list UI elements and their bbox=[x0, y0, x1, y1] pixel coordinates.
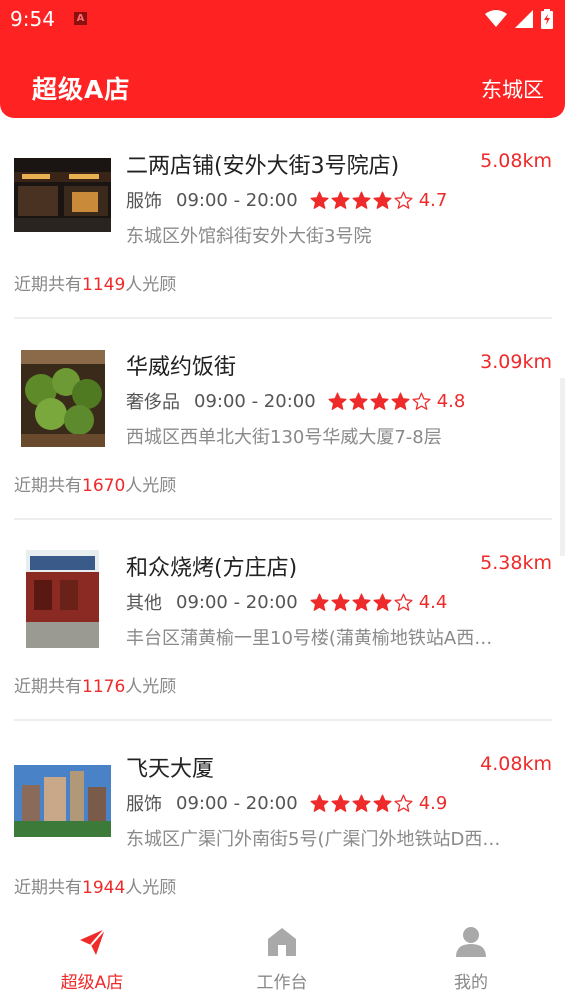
scrollbar[interactable] bbox=[560, 378, 565, 556]
app-header: 9:54 A 超级A店 东城区 bbox=[0, 0, 565, 118]
visit-prefix: 近期共有 bbox=[14, 275, 82, 295]
star-filled-icon bbox=[310, 593, 329, 611]
store-card[interactable]: 二两店铺(安外大街3号院店) 5.08km 服饰 09:00 - 20:00 4… bbox=[0, 118, 565, 319]
tab-workbench[interactable]: 工作台 bbox=[212, 926, 352, 993]
star-outline-icon bbox=[394, 191, 413, 209]
visit-number: 1149 bbox=[82, 275, 126, 295]
store-address: 东城区广渠门外南街5号(广渠门外地铁站D西… bbox=[126, 829, 501, 850]
store-address: 丰台区蒲黄榆一里10号楼(蒲黄榆地铁站A西… bbox=[126, 628, 493, 649]
store-photo bbox=[14, 765, 111, 837]
app-title: 超级A店 bbox=[32, 75, 131, 104]
tab-label: 工作台 bbox=[256, 973, 308, 993]
visit-count: 近期共有1149人光顾 bbox=[14, 270, 176, 295]
visit-count: 近期共有1670人光顾 bbox=[14, 471, 176, 496]
store-name: 和众烧烤(方庄店) bbox=[126, 556, 298, 581]
star-filled-icon bbox=[331, 593, 350, 611]
store-photo bbox=[21, 350, 105, 447]
store-card[interactable]: 和众烧烤(方庄店) 5.38km 其他 09:00 - 20:00 4.4 丰台… bbox=[0, 520, 565, 721]
store-category: 服饰 bbox=[126, 191, 162, 212]
visit-count: 近期共有1176人光顾 bbox=[14, 672, 176, 697]
store-photo bbox=[14, 158, 111, 232]
star-filled-icon bbox=[373, 593, 392, 611]
store-card[interactable]: 华威约饭街 3.09km 奢侈品 09:00 - 20:00 4.8 西城区西单… bbox=[0, 319, 565, 520]
star-filled-icon bbox=[352, 191, 371, 209]
store-meta: 服饰 09:00 - 20:00 4.9 bbox=[126, 791, 448, 816]
rating-stars bbox=[310, 191, 413, 210]
bottom-tab-bar: 超级A店 工作台 我的 bbox=[0, 914, 565, 1004]
store-meta: 服饰 09:00 - 20:00 4.7 bbox=[126, 188, 448, 213]
star-outline-icon bbox=[412, 392, 431, 410]
district-selector[interactable]: 东城区 bbox=[481, 74, 544, 104]
rating-stars bbox=[310, 593, 413, 612]
store-distance: 5.08km bbox=[480, 150, 552, 172]
status-icons bbox=[485, 9, 553, 29]
visit-prefix: 近期共有 bbox=[14, 476, 82, 496]
star-filled-icon bbox=[310, 794, 329, 812]
store-address: 东城区外馆斜街安外大街3号院 bbox=[126, 226, 372, 247]
star-filled-icon bbox=[352, 794, 371, 812]
store-distance: 4.08km bbox=[480, 753, 552, 775]
paper-plane-icon bbox=[80, 928, 106, 955]
rating-stars bbox=[328, 392, 431, 411]
visit-number: 1176 bbox=[82, 677, 126, 697]
rating-score: 4.8 bbox=[436, 390, 466, 412]
store-category: 奢侈品 bbox=[126, 392, 180, 413]
store-category: 其他 bbox=[126, 593, 162, 614]
store-photo bbox=[26, 550, 99, 648]
star-outline-icon bbox=[394, 794, 413, 812]
visit-number: 1670 bbox=[82, 476, 126, 496]
person-icon bbox=[456, 927, 486, 957]
signal-icon bbox=[515, 10, 533, 28]
visit-suffix: 人光顾 bbox=[125, 878, 177, 898]
store-meta: 其他 09:00 - 20:00 4.4 bbox=[126, 590, 448, 615]
tab-super-a-store[interactable]: 超级A店 bbox=[22, 926, 162, 993]
store-meta: 奢侈品 09:00 - 20:00 4.8 bbox=[126, 389, 466, 414]
visit-number: 1944 bbox=[82, 878, 126, 898]
visit-prefix: 近期共有 bbox=[14, 878, 82, 898]
store-hours: 09:00 - 20:00 bbox=[194, 390, 316, 412]
battery-icon bbox=[541, 9, 553, 29]
store-card[interactable]: 飞天大厦 4.08km 服饰 09:00 - 20:00 4.9 东城区广渠门外… bbox=[0, 721, 565, 922]
star-filled-icon bbox=[331, 794, 350, 812]
rating-score: 4.4 bbox=[418, 591, 448, 613]
store-name: 飞天大厦 bbox=[126, 757, 215, 782]
wifi-icon bbox=[485, 10, 507, 27]
home-icon bbox=[268, 928, 296, 956]
visit-suffix: 人光顾 bbox=[125, 275, 177, 295]
star-filled-icon bbox=[373, 794, 392, 812]
store-hours: 09:00 - 20:00 bbox=[176, 792, 298, 814]
store-hours: 09:00 - 20:00 bbox=[176, 591, 298, 613]
tab-label: 超级A店 bbox=[60, 973, 124, 993]
star-filled-icon bbox=[373, 191, 392, 209]
status-time: 9:54 bbox=[10, 7, 55, 31]
store-name: 二两店铺(安外大街3号院店) bbox=[126, 154, 400, 179]
star-filled-icon bbox=[310, 191, 329, 209]
star-filled-icon bbox=[370, 392, 389, 410]
tab-mine[interactable]: 我的 bbox=[401, 926, 541, 993]
visit-count: 近期共有1944人光顾 bbox=[14, 873, 176, 898]
store-hours: 09:00 - 20:00 bbox=[176, 189, 298, 211]
visit-suffix: 人光顾 bbox=[125, 476, 177, 496]
store-category: 服饰 bbox=[126, 794, 162, 815]
rating-stars bbox=[310, 794, 413, 813]
store-address: 西城区西单北大街130号华威大厦7-8层 bbox=[126, 427, 442, 448]
store-list: 二两店铺(安外大街3号院店) 5.08km 服饰 09:00 - 20:00 4… bbox=[0, 118, 565, 922]
store-distance: 5.38km bbox=[480, 552, 552, 574]
star-filled-icon bbox=[328, 392, 347, 410]
tab-label: 我的 bbox=[454, 973, 488, 993]
star-filled-icon bbox=[391, 392, 410, 410]
rating-score: 4.9 bbox=[418, 792, 448, 814]
star-outline-icon bbox=[394, 593, 413, 611]
visit-prefix: 近期共有 bbox=[14, 677, 82, 697]
star-filled-icon bbox=[331, 191, 350, 209]
rating-score: 4.7 bbox=[418, 189, 448, 211]
store-name: 华威约饭街 bbox=[126, 355, 237, 380]
star-filled-icon bbox=[349, 392, 368, 410]
notification-icon: A bbox=[74, 12, 87, 25]
visit-suffix: 人光顾 bbox=[125, 677, 177, 697]
star-filled-icon bbox=[352, 593, 371, 611]
store-distance: 3.09km bbox=[480, 351, 552, 373]
